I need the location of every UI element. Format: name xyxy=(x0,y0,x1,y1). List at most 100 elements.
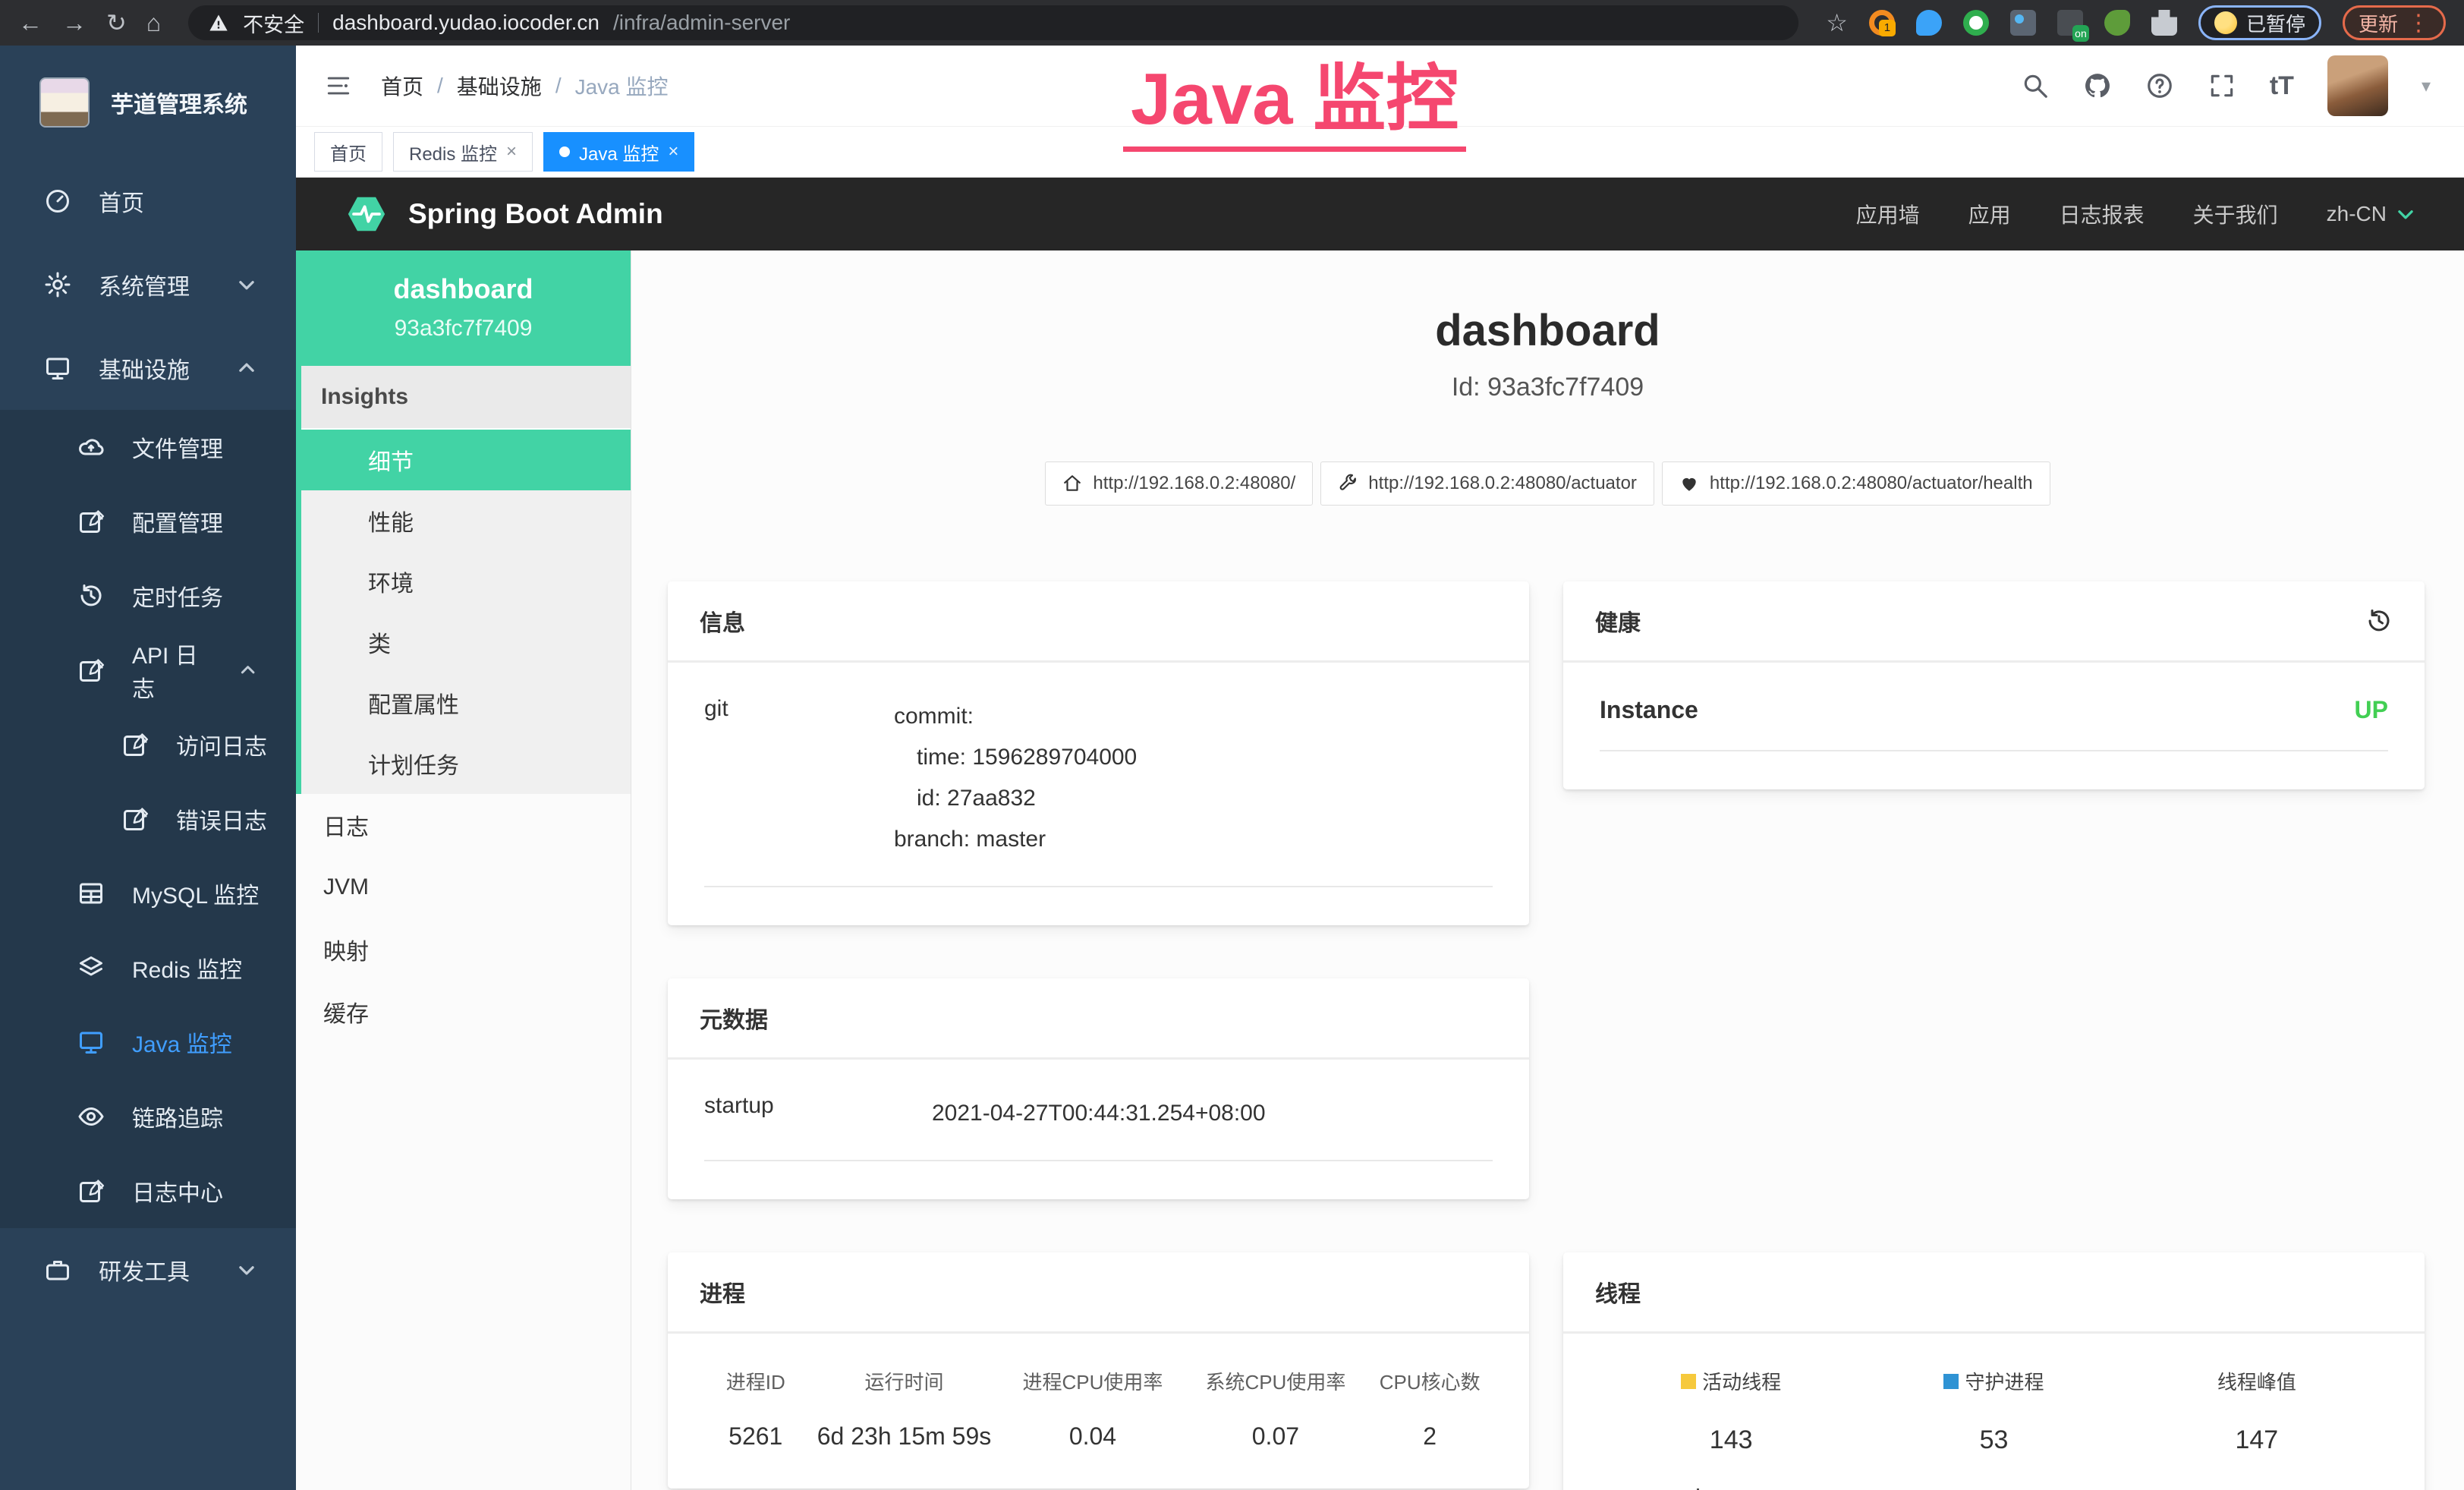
fullscreen-icon[interactable] xyxy=(2208,71,2236,100)
chevron-down-icon xyxy=(237,275,256,295)
bookmark-star-icon[interactable]: ☆ xyxy=(1826,8,1848,37)
legend-label: 活动线程 xyxy=(1702,1367,1781,1395)
health-row-label: Instance xyxy=(1600,696,1698,724)
sidebar-item-label: 研发工具 xyxy=(99,1253,190,1287)
reload-icon[interactable]: ↻ xyxy=(106,0,127,46)
help-icon[interactable] xyxy=(2145,71,2174,100)
sidebar-item-job[interactable]: 定时任务 xyxy=(0,559,296,633)
tab-java-monitor[interactable]: Java 监控 × xyxy=(543,132,694,172)
menu-item-classes[interactable]: 类 xyxy=(301,612,631,673)
sba-locale-select[interactable]: zh-CN xyxy=(2327,202,2415,226)
sidebar-item-home[interactable]: 首页 xyxy=(0,159,296,243)
monitor-icon xyxy=(44,354,71,382)
peak-threads-value: 147 xyxy=(2126,1425,2388,1455)
process-col-header: 运行时间 xyxy=(807,1367,1002,1395)
sidebar-item-config[interactable]: 配置管理 xyxy=(0,484,296,559)
avatar[interactable] xyxy=(2327,55,2388,116)
menu-item-metrics[interactable]: 性能 xyxy=(301,490,631,551)
sba-nav-wallboard[interactable]: 应用墙 xyxy=(1856,199,1920,229)
sba-nav-about[interactable]: 关于我们 xyxy=(2193,199,2278,229)
extension-icon-switch[interactable]: on xyxy=(2057,10,2083,36)
health-url-button[interactable]: http://192.168.0.2:48080/actuator/health xyxy=(1662,461,2050,506)
sidebar-item-label: 文件管理 xyxy=(132,430,223,464)
menu-item-mappings[interactable]: 映射 xyxy=(296,918,631,981)
cloud-upload-icon xyxy=(77,433,105,461)
sidebar-item-label: 链路追踪 xyxy=(132,1100,223,1133)
sidebar-item-trace[interactable]: 链路追踪 xyxy=(0,1079,296,1154)
menu-item-configprops[interactable]: 配置属性 xyxy=(301,673,631,733)
sidebar-item-redis[interactable]: Redis 监控 xyxy=(0,931,296,1005)
cpu-cores-value: 2 xyxy=(1367,1422,1493,1451)
breadcrumb-infra[interactable]: 基础设施 xyxy=(457,71,542,101)
monitor-icon xyxy=(77,1029,105,1056)
menu-item-scheduled-tasks[interactable]: 计划任务 xyxy=(301,733,631,794)
sidebar-item-system[interactable]: 系统管理 xyxy=(0,243,296,326)
forward-icon[interactable]: → xyxy=(62,0,87,46)
health-instance-row[interactable]: Instance UP xyxy=(1600,696,2388,751)
legend-item-daemon: 守护进程 53 xyxy=(1862,1367,2125,1455)
sidebar-item-errorlog[interactable]: 错误日志 xyxy=(0,782,296,856)
tab-home[interactable]: 首页 xyxy=(314,132,382,172)
menu-item-environment[interactable]: 环境 xyxy=(301,551,631,612)
extension-icon-leaf[interactable] xyxy=(2104,10,2130,36)
address-bar[interactable]: 不安全 dashboard.yudao.iocoder.cn /infra/ad… xyxy=(188,5,1798,40)
app-logo-row[interactable]: 芋道管理系统 xyxy=(0,46,296,159)
puzzle-extensions-icon[interactable] xyxy=(2151,10,2177,36)
hamburger-icon[interactable] xyxy=(323,73,354,99)
service-url-button[interactable]: http://192.168.0.2:48080/ xyxy=(1045,461,1313,506)
sidebar-item-java[interactable]: Java 监控 xyxy=(0,1005,296,1079)
browser-menu-icon[interactable]: ⋮ xyxy=(2407,10,2430,36)
caret-down-icon[interactable]: ▾ xyxy=(2422,75,2431,97)
font-size-icon[interactable]: tT xyxy=(2270,71,2294,101)
breadcrumb-home[interactable]: 首页 xyxy=(381,71,423,101)
git-time-line: time: 1596289704000 xyxy=(894,737,1137,778)
extension-icon-orange[interactable]: 1 xyxy=(1869,10,1895,36)
process-card: 进程 进程ID 运行时间 进程CPU使用率 系统CPU使用率 CPU核心数 52… xyxy=(668,1252,1529,1488)
search-icon[interactable] xyxy=(2021,71,2050,100)
menu-item-jvm[interactable]: JVM xyxy=(296,856,631,918)
edit-icon xyxy=(77,657,105,684)
update-button[interactable]: 更新⋮ xyxy=(2343,5,2446,40)
sidebar-item-label: 日志中心 xyxy=(132,1174,223,1208)
paused-badge[interactable]: 已暂停 xyxy=(2198,5,2321,40)
menu-item-details[interactable]: 细节 xyxy=(301,430,631,490)
close-icon[interactable]: × xyxy=(506,141,517,162)
sidebar-item-logcenter[interactable]: 日志中心 xyxy=(0,1154,296,1228)
github-icon[interactable] xyxy=(2083,71,2112,100)
extension-badge: 1 xyxy=(1879,20,1896,36)
menu-item-logs[interactable]: 日志 xyxy=(296,794,631,856)
header-actions: tT ▾ xyxy=(2021,55,2431,116)
process-card-title: 进程 xyxy=(668,1252,1529,1334)
sidebar-item-label: MySQL 监控 xyxy=(132,877,259,910)
extension-icon-grid[interactable] xyxy=(2010,10,2036,36)
metadata-row-label: startup xyxy=(704,1093,932,1119)
history-icon[interactable] xyxy=(2365,607,2393,635)
extension-icon-green-circle[interactable] xyxy=(1963,10,1989,36)
menu-item-caches[interactable]: 缓存 xyxy=(296,981,631,1043)
sidebar-item-devtools[interactable]: 研发工具 xyxy=(0,1228,296,1312)
gauge-icon xyxy=(44,187,71,215)
page-title: dashboard xyxy=(631,305,2464,356)
sidebar-item-infra[interactable]: 基础设施 xyxy=(0,326,296,410)
close-icon[interactable]: × xyxy=(668,141,678,162)
screen: ← → ↻ ⌂ 不安全 dashboard.yudao.iocoder.cn /… xyxy=(0,0,2464,1490)
paused-label: 已暂停 xyxy=(2246,9,2305,37)
info-row-label: git xyxy=(704,696,894,722)
health-card-title: 健康 xyxy=(1595,604,1641,638)
process-col-header: 进程ID xyxy=(704,1367,807,1395)
sidebar-item-file[interactable]: 文件管理 xyxy=(0,410,296,484)
actuator-url-button[interactable]: http://192.168.0.2:48080/actuator xyxy=(1320,461,1654,506)
back-icon[interactable]: ← xyxy=(18,0,42,46)
sidebar-item-mysql[interactable]: MySQL 监控 xyxy=(0,856,296,931)
instance-header[interactable]: dashboard 93a3fc7f7409 xyxy=(296,250,631,366)
home-icon[interactable]: ⌂ xyxy=(146,0,161,46)
process-cpu-value: 0.04 xyxy=(1002,1422,1185,1451)
sba-nav-applications[interactable]: 应用 xyxy=(1968,199,2011,229)
sidebar-item-apilog[interactable]: API 日志 xyxy=(0,633,296,707)
app-title: 芋道管理系统 xyxy=(111,86,247,119)
info-card-title: 信息 xyxy=(668,581,1529,663)
tab-redis-monitor[interactable]: Redis 监控 × xyxy=(393,132,533,172)
sba-nav-journal[interactable]: 日志报表 xyxy=(2060,199,2145,229)
extension-icon-pin[interactable] xyxy=(1916,10,1942,36)
sidebar-item-accesslog[interactable]: 访问日志 xyxy=(0,707,296,782)
